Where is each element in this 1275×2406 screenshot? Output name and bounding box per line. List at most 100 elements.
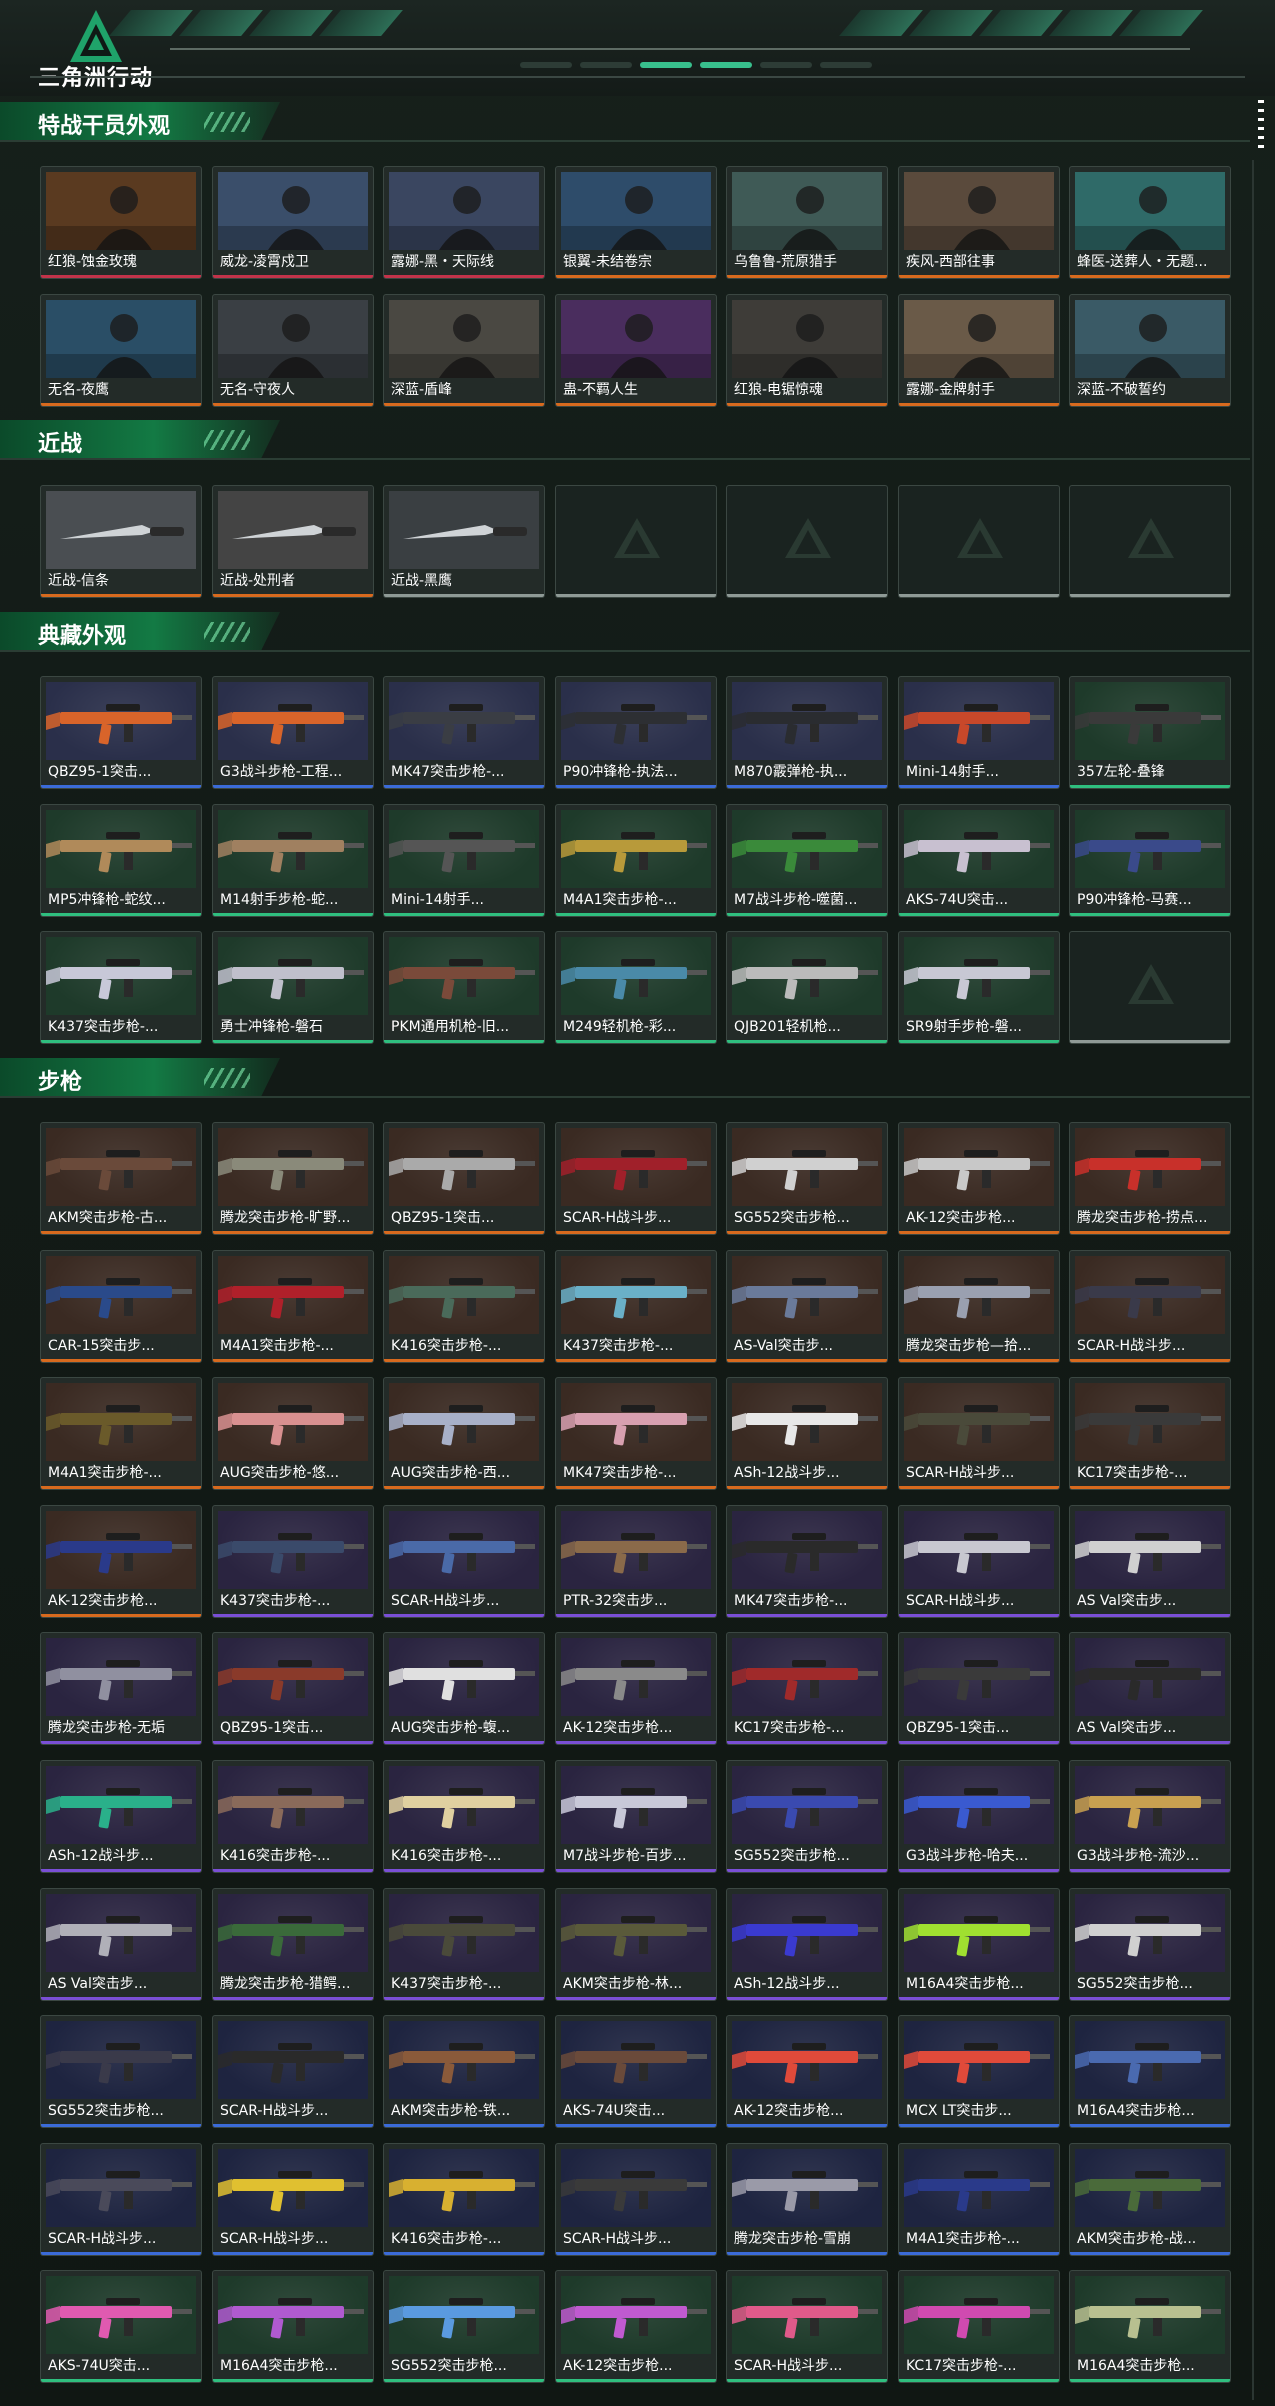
- skin-card[interactable]: 蜂医-送葬人・无题...: [1069, 166, 1231, 279]
- skin-card[interactable]: SCAR-H战斗步...: [555, 1122, 717, 1235]
- skin-card[interactable]: MK47突击步枪-...: [726, 1505, 888, 1618]
- skin-card[interactable]: 腾龙突击步枪-捞点...: [1069, 1122, 1231, 1235]
- skin-card[interactable]: K416突击步枪-...: [212, 1760, 374, 1873]
- skin-card[interactable]: 无名-守夜人: [212, 294, 374, 407]
- skin-card[interactable]: 威龙-凌霄戍卫: [212, 166, 374, 279]
- skin-card[interactable]: M16A4突击步枪...: [1069, 2015, 1231, 2128]
- skin-card[interactable]: AK-12突击步枪...: [555, 2270, 717, 2383]
- skin-card[interactable]: P90冲锋枪-执法...: [555, 676, 717, 789]
- skin-card[interactable]: SCAR-H战斗步...: [1069, 1250, 1231, 1363]
- skin-card[interactable]: 腾龙突击步枪-旷野...: [212, 1122, 374, 1235]
- skin-card[interactable]: M4A1突击步枪-...: [555, 804, 717, 917]
- skin-card[interactable]: MP5冲锋枪-蛇纹...: [40, 804, 202, 917]
- skin-card[interactable]: AK-12突击步枪...: [40, 1505, 202, 1618]
- skin-card[interactable]: AKS-74U突击...: [40, 2270, 202, 2383]
- skin-card[interactable]: MK47突击步枪-...: [383, 676, 545, 789]
- skin-card[interactable]: MK47突击步枪-...: [555, 1377, 717, 1490]
- scrollbar[interactable]: [1252, 160, 1254, 2400]
- skin-card[interactable]: 腾龙突击步枪-无垢: [40, 1632, 202, 1745]
- skin-card[interactable]: QJB201轻机枪...: [726, 931, 888, 1044]
- skin-card[interactable]: SG552突击步枪...: [1069, 1888, 1231, 2001]
- skin-card[interactable]: K416突击步枪-...: [383, 2143, 545, 2256]
- skin-card[interactable]: SG552突击步枪...: [726, 1760, 888, 1873]
- skin-card[interactable]: KC17突击步枪-...: [1069, 1377, 1231, 1490]
- skin-card[interactable]: M7战斗步枪-百步...: [555, 1760, 717, 1873]
- skin-card[interactable]: M4A1突击步枪-...: [40, 1377, 202, 1490]
- skin-card[interactable]: P90冲锋枪-马赛...: [1069, 804, 1231, 917]
- skin-card[interactable]: ASh-12战斗步...: [726, 1377, 888, 1490]
- skin-card[interactable]: K437突击步枪-...: [212, 1505, 374, 1618]
- skin-card[interactable]: M14射手步枪-蛇...: [212, 804, 374, 917]
- skin-card[interactable]: ASh-12战斗步...: [726, 1888, 888, 2001]
- skin-card[interactable]: AUG突击步枪-西...: [383, 1377, 545, 1490]
- skin-card[interactable]: 银翼-未结卷宗: [555, 166, 717, 279]
- skin-card[interactable]: SCAR-H战斗步...: [555, 2143, 717, 2256]
- skin-card[interactable]: SCAR-H战斗步...: [40, 2143, 202, 2256]
- skin-card[interactable]: AK-12突击步枪...: [898, 1122, 1060, 1235]
- skin-card[interactable]: M16A4突击步枪...: [1069, 2270, 1231, 2383]
- skin-card[interactable]: AKS-74U突击...: [555, 2015, 717, 2128]
- skin-card[interactable]: 红狼-电锯惊魂: [726, 294, 888, 407]
- skin-card[interactable]: SCAR-H战斗步...: [898, 1505, 1060, 1618]
- skin-card[interactable]: ASh-12战斗步...: [40, 1760, 202, 1873]
- skin-card[interactable]: K437突击步枪-...: [40, 931, 202, 1044]
- skin-card[interactable]: 深蓝-不破誓约: [1069, 294, 1231, 407]
- skin-card[interactable]: 近战-处刑者: [212, 485, 374, 598]
- skin-card[interactable]: 蛊-不羁人生: [555, 294, 717, 407]
- skin-card[interactable]: M249轻机枪-彩...: [555, 931, 717, 1044]
- skin-card[interactable]: K416突击步枪-...: [383, 1250, 545, 1363]
- scroll-indicator-icon[interactable]: [1258, 100, 1264, 152]
- skin-card[interactable]: K416突击步枪-...: [383, 1760, 545, 1873]
- skin-card[interactable]: 近战-黑鹰: [383, 485, 545, 598]
- skin-card[interactable]: AK-12突击步枪...: [726, 2015, 888, 2128]
- skin-card[interactable]: 深蓝-盾峰: [383, 294, 545, 407]
- skin-card[interactable]: CAR-15突击步...: [40, 1250, 202, 1363]
- skin-card[interactable]: AS Val突击步...: [40, 1888, 202, 2001]
- skin-card[interactable]: SG552突击步枪...: [383, 2270, 545, 2383]
- skin-card[interactable]: M870霰弹枪-执...: [726, 676, 888, 789]
- skin-card[interactable]: M16A4突击步枪...: [898, 1888, 1060, 2001]
- skin-card[interactable]: AKM突击步枪-林...: [555, 1888, 717, 2001]
- skin-card[interactable]: G3战斗步枪-流沙...: [1069, 1760, 1231, 1873]
- skin-card[interactable]: Mini-14射手...: [383, 804, 545, 917]
- skin-card[interactable]: SG552突击步枪...: [40, 2015, 202, 2128]
- skin-card[interactable]: AK-12突击步枪...: [555, 1632, 717, 1745]
- skin-card[interactable]: AS Val突击步...: [1069, 1505, 1231, 1618]
- skin-card[interactable]: G3战斗步枪-哈夫...: [898, 1760, 1060, 1873]
- skin-card[interactable]: AKM突击步枪-铁...: [383, 2015, 545, 2128]
- skin-card[interactable]: SR9射手步枪-磐...: [898, 931, 1060, 1044]
- skin-card[interactable]: Mini-14射手...: [898, 676, 1060, 789]
- skin-card[interactable]: SG552突击步枪...: [726, 1122, 888, 1235]
- skin-card[interactable]: 露娜-黑・天际线: [383, 166, 545, 279]
- skin-card[interactable]: AKM突击步枪-战...: [1069, 2143, 1231, 2256]
- skin-card[interactable]: M7战斗步枪-噬菌...: [726, 804, 888, 917]
- skin-card[interactable]: AUG突击步枪-悠...: [212, 1377, 374, 1490]
- skin-card[interactable]: 腾龙突击步枪—拾...: [898, 1250, 1060, 1363]
- skin-card[interactable]: AKS-74U突击...: [898, 804, 1060, 917]
- skin-card[interactable]: K437突击步枪-...: [383, 1888, 545, 2001]
- skin-card[interactable]: 红狼-蚀金玫瑰: [40, 166, 202, 279]
- skin-card[interactable]: 露娜-金牌射手: [898, 294, 1060, 407]
- skin-card[interactable]: 357左轮-叠锋: [1069, 676, 1231, 789]
- skin-card[interactable]: 腾龙突击步枪-猎鳄...: [212, 1888, 374, 2001]
- skin-card[interactable]: SCAR-H战斗步...: [383, 1505, 545, 1618]
- skin-card[interactable]: PKM通用机枪-旧...: [383, 931, 545, 1044]
- skin-card[interactable]: QBZ95-1突击...: [40, 676, 202, 789]
- skin-card[interactable]: AS-Val突击步...: [726, 1250, 888, 1363]
- skin-card[interactable]: AKM突击步枪-古...: [40, 1122, 202, 1235]
- skin-card[interactable]: M4A1突击步枪-...: [898, 2143, 1060, 2256]
- skin-card[interactable]: 乌鲁鲁-荒原猎手: [726, 166, 888, 279]
- skin-card[interactable]: KC17突击步枪-...: [726, 1632, 888, 1745]
- skin-card[interactable]: SCAR-H战斗步...: [726, 2270, 888, 2383]
- skin-card[interactable]: 勇士冲锋枪-磐石: [212, 931, 374, 1044]
- skin-card[interactable]: QBZ95-1突击...: [212, 1632, 374, 1745]
- skin-card[interactable]: 疾风-西部往事: [898, 166, 1060, 279]
- skin-card[interactable]: 腾龙突击步枪-雪崩: [726, 2143, 888, 2256]
- skin-card[interactable]: KC17突击步枪-...: [898, 2270, 1060, 2383]
- skin-card[interactable]: K437突击步枪-...: [555, 1250, 717, 1363]
- skin-card[interactable]: AUG突击步枪-蝮...: [383, 1632, 545, 1745]
- skin-card[interactable]: 无名-夜鹰: [40, 294, 202, 407]
- skin-card[interactable]: M4A1突击步枪-...: [212, 1250, 374, 1363]
- skin-card[interactable]: SCAR-H战斗步...: [898, 1377, 1060, 1490]
- skin-card[interactable]: 近战-信条: [40, 485, 202, 598]
